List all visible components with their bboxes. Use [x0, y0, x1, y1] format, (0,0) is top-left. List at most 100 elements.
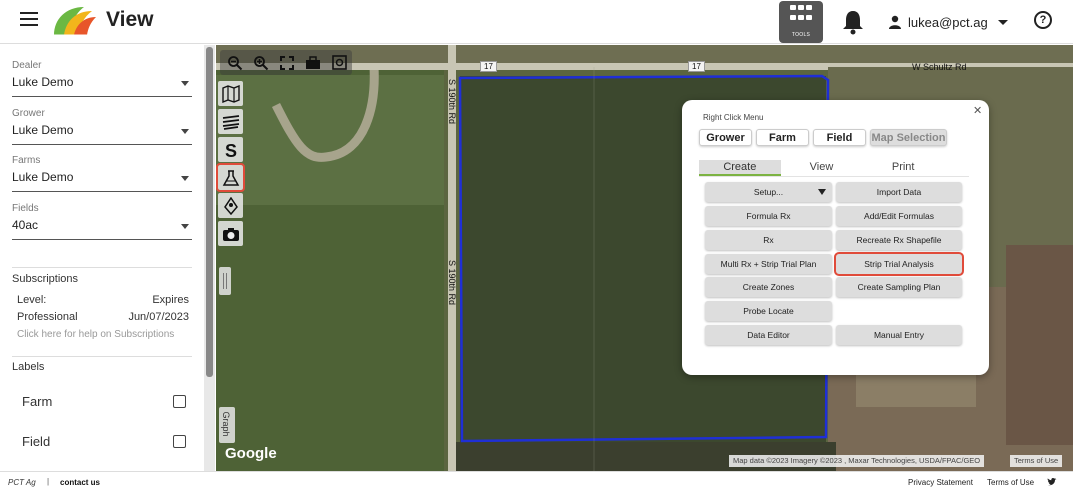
grower-select[interactable]: Luke Demo: [12, 123, 192, 145]
zoom-out-icon[interactable]: [224, 52, 246, 74]
subscription-level: Professional: [17, 311, 78, 323]
screenshot-icon[interactable]: [328, 52, 350, 74]
add-edit-formulas-button[interactable]: Add/Edit Formulas: [836, 206, 962, 226]
setup-label: Setup...: [753, 187, 784, 197]
app-logo: [54, 7, 96, 36]
scope-farm-button[interactable]: Farm: [756, 129, 809, 146]
grower-value: Luke Demo: [12, 123, 74, 137]
label-farm-row[interactable]: Farm: [22, 394, 186, 409]
dealer-label: Dealer: [12, 60, 42, 71]
person-icon: [889, 15, 901, 29]
google-logo: Google: [225, 445, 277, 462]
grower-select-group: Grower Luke Demo: [12, 108, 192, 145]
map-attribution: Map data ©2023 Imagery ©2023 , Maxar Tec…: [729, 455, 985, 467]
dropdown-arrow-icon: [181, 176, 189, 181]
fields-select[interactable]: 40ac: [12, 218, 192, 240]
camera-icon[interactable]: [218, 221, 243, 246]
farms-select-group: Farms Luke Demo: [12, 155, 192, 192]
user-email: lukea@pct.ag: [908, 14, 988, 30]
labels-heading: Labels: [12, 361, 45, 373]
dealer-value: Luke Demo: [12, 75, 74, 89]
formula-rx-button[interactable]: Formula Rx: [705, 206, 832, 226]
dropdown-arrow-icon: [818, 189, 826, 195]
create-sampling-plan-button[interactable]: Create Sampling Plan: [836, 277, 962, 297]
fields-value: 40ac: [12, 218, 39, 232]
recreate-rx-shapefile-button[interactable]: Recreate Rx Shapefile: [836, 230, 962, 250]
import-data-button[interactable]: Import Data: [836, 182, 962, 202]
sidebar-scrollbar[interactable]: [204, 45, 215, 471]
tab-view[interactable]: View: [781, 160, 863, 176]
zoom-in-icon[interactable]: [250, 52, 272, 74]
graph-tab-label: Graph: [221, 411, 231, 437]
sampling-icon[interactable]: S: [218, 137, 243, 162]
user-menu[interactable]: lukea@pct.ag: [888, 12, 1008, 32]
panel-resize-handle[interactable]: [219, 267, 231, 295]
street-name-left: S 190th Rd: [447, 79, 457, 125]
scope-grower-button[interactable]: Grower: [699, 129, 752, 146]
contact-us-link[interactable]: contact us: [60, 478, 100, 487]
fit-extent-icon[interactable]: [276, 52, 298, 74]
footer-brand: PCT Ag: [8, 478, 36, 487]
manual-entry-button[interactable]: Manual Entry: [836, 325, 962, 345]
divider: [12, 356, 192, 357]
briefcase-icon[interactable]: [302, 52, 324, 74]
strip-trial-analysis-button[interactable]: Strip Trial Analysis: [834, 252, 964, 276]
dealer-select-group: Dealer Luke Demo: [12, 60, 192, 97]
label-field-checkbox[interactable]: [173, 435, 186, 448]
road-number-label: 17: [688, 61, 705, 72]
subscriptions-heading: Subscriptions: [12, 273, 79, 285]
tab-create[interactable]: Create: [699, 160, 781, 176]
street-name-top: W Schultz Rd: [912, 62, 967, 72]
scope-map-selection-button[interactable]: Map Selection: [870, 129, 947, 146]
menu-tabs: Create View Print: [699, 160, 944, 176]
tab-print[interactable]: Print: [862, 160, 944, 176]
fields-label: Fields: [12, 203, 39, 214]
twitter-icon[interactable]: [1047, 477, 1057, 487]
create-zones-button[interactable]: Create Zones: [705, 277, 832, 297]
probe-icon[interactable]: [218, 193, 243, 218]
multi-rx-strip-trial-button[interactable]: Multi Rx + Strip Trial Plan: [705, 254, 832, 274]
chevron-down-icon: [997, 19, 1008, 25]
subscription-help-link[interactable]: Click here for help on Subscriptions: [17, 329, 174, 340]
map-layers-icon[interactable]: [218, 81, 243, 106]
dealer-select[interactable]: Luke Demo: [12, 75, 192, 97]
scope-selector: Grower Farm Field Map Selection: [699, 129, 947, 146]
page-title: View: [106, 8, 154, 31]
scope-field-button[interactable]: Field: [813, 129, 866, 146]
subscription-header-row: Level: Expires: [17, 294, 189, 306]
right-click-menu: Right Click Menu ✕ Grower Farm Field Map…: [682, 100, 989, 375]
farms-select[interactable]: Luke Demo: [12, 170, 192, 192]
tools-label: TOOLS: [791, 32, 811, 38]
data-editor-button[interactable]: Data Editor: [705, 325, 832, 345]
label-farm-checkbox[interactable]: [173, 395, 186, 408]
imagery-layers-icon[interactable]: [218, 109, 243, 134]
app-header: View TOOLS lukea@pct.ag ?: [0, 0, 1073, 44]
graph-tab[interactable]: Graph: [219, 407, 235, 443]
svg-text:S: S: [225, 141, 237, 159]
terms-of-use-link[interactable]: Terms of Use: [987, 478, 1034, 487]
subscription-value-row: Professional Jun/07/2023: [17, 311, 189, 323]
footer: PCT Ag | contact us Privacy Statement Te…: [0, 471, 1073, 493]
privacy-statement-link[interactable]: Privacy Statement: [908, 478, 973, 487]
menu-icon[interactable]: [20, 12, 38, 26]
probe-locate-button[interactable]: Probe Locate: [705, 301, 832, 321]
close-icon[interactable]: ✕: [973, 104, 982, 117]
grower-label: Grower: [12, 108, 45, 119]
footer-separator: |: [47, 477, 50, 486]
scrollbar-thumb[interactable]: [206, 47, 213, 377]
map-side-tools: S: [216, 81, 245, 249]
help-icon[interactable]: ?: [1034, 11, 1052, 29]
expires-label: Expires: [152, 294, 189, 306]
tools-grid-icon: [790, 5, 812, 23]
trial-flask-icon[interactable]: [216, 163, 245, 192]
tools-button[interactable]: TOOLS: [779, 1, 823, 43]
map-terms-link[interactable]: Terms of Use: [1010, 455, 1063, 467]
label-field-row[interactable]: Field: [22, 434, 186, 449]
setup-dropdown[interactable]: Setup...: [705, 182, 832, 202]
divider: [699, 176, 969, 177]
bell-icon[interactable]: [841, 9, 865, 35]
fields-select-group: Fields 40ac: [12, 203, 192, 240]
label-farm-text: Farm: [22, 394, 53, 409]
rx-button[interactable]: Rx: [705, 230, 832, 250]
farms-label: Farms: [12, 155, 41, 166]
